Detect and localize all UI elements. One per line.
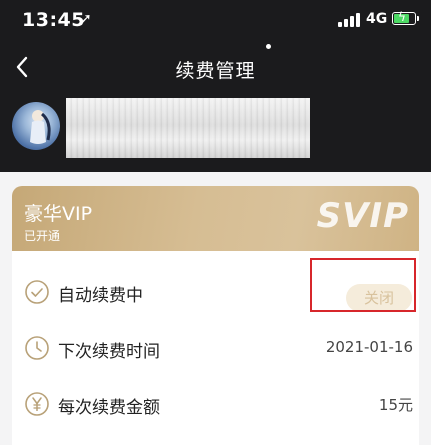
svip-badge: SVIP	[316, 196, 409, 236]
vip-banner: 豪华VIP 已开通 SVIP	[12, 186, 419, 251]
nav-bar: 续费管理	[0, 48, 431, 88]
blurred-username	[66, 98, 310, 158]
status-bar: 13:45 ➚ 4G ϟ	[0, 0, 431, 44]
profile-header	[0, 96, 431, 168]
next-renewal-date: 2021-01-16	[325, 338, 413, 356]
next-renewal-row: 下次续费时间 2021-01-16	[12, 320, 419, 376]
vip-card: 豪华VIP 已开通 SVIP 自动续费中 关闭 下次续费时间 2021-01-1…	[12, 186, 419, 445]
location-arrow-icon: ➚	[80, 11, 92, 27]
page-title: 续费管理	[175, 60, 256, 82]
battery-icon: ϟ	[392, 10, 416, 25]
clock-icon	[25, 336, 49, 360]
battery-cap	[417, 16, 419, 21]
cellular-signal-icon	[338, 13, 362, 27]
next-renewal-label: 下次续费时间	[58, 342, 160, 362]
yen-coin-icon	[25, 392, 49, 416]
auto-renew-label: 自动续费中	[58, 286, 143, 306]
avatar-figure-icon	[30, 110, 51, 144]
renewal-amount-value: 15元	[378, 396, 413, 414]
highlight-box	[310, 258, 416, 312]
vip-title: 豪华VIP	[24, 203, 93, 225]
renewal-amount-row: 每次续费金额 15元	[12, 376, 419, 432]
check-circle-icon	[25, 280, 49, 304]
avatar[interactable]	[12, 102, 60, 150]
renewal-management-screen: 13:45 ➚ 4G ϟ 续费管理 豪华VIP 已开通 SVIP 自动续费中 关…	[0, 0, 431, 445]
vip-status: 已开通	[24, 229, 61, 243]
status-time: 13:45	[22, 9, 85, 31]
renewal-amount-label: 每次续费金额	[58, 398, 160, 418]
network-type: 4G	[366, 11, 388, 27]
